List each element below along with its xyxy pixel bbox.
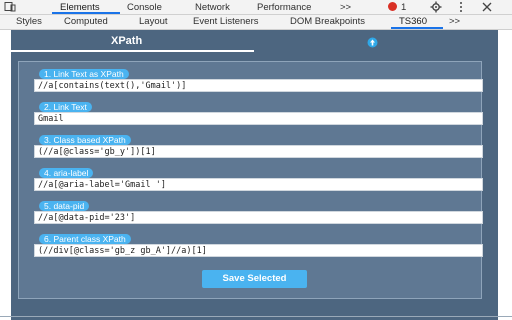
ts360-panel: XPath 1. Link Text as XPath //a[contains…: [11, 30, 498, 320]
devtools-sub-tabbar: Styles Computed Layout Event Listeners D…: [0, 15, 512, 30]
tab-console[interactable]: Console: [127, 2, 162, 13]
subtab-ts360[interactable]: TS360: [399, 16, 427, 27]
tab-elements-underline: [52, 12, 120, 14]
device-toolbar-icon[interactable]: [4, 1, 16, 13]
tab-xpath[interactable]: XPath: [111, 35, 142, 47]
field-label-parent-class-xpath: 6. Parent class XPath: [39, 234, 131, 244]
subtab-computed[interactable]: Computed: [64, 16, 108, 27]
tab-network[interactable]: Network: [195, 2, 230, 13]
field-label-link-text: 2. Link Text: [39, 102, 92, 112]
gear-icon[interactable]: [430, 1, 442, 13]
error-count[interactable]: 1: [401, 2, 406, 13]
field-label-aria-label: 4. aria-label: [39, 168, 94, 178]
save-selected-button[interactable]: Save Selected: [202, 270, 307, 288]
panel-tab-header: XPath: [11, 30, 498, 52]
error-icon[interactable]: [388, 2, 397, 11]
tab-performance[interactable]: Performance: [257, 2, 311, 13]
subtab-layout[interactable]: Layout: [139, 16, 168, 27]
field-label-data-pid: 5. data-pid: [39, 201, 90, 211]
more-subtabs-button[interactable]: >>: [449, 16, 460, 27]
field-label-class-xpath: 3. Class based XPath: [39, 135, 131, 145]
field-label-link-text-xpath: 1. Link Text as XPath: [39, 69, 129, 79]
xpath-results-card: 1. Link Text as XPath //a[contains(text(…: [18, 61, 483, 299]
field-link-text[interactable]: Gmail: [34, 112, 483, 125]
close-icon[interactable]: [482, 2, 492, 12]
more-tabs-button[interactable]: >>: [340, 2, 351, 13]
field-parent-class-xpath[interactable]: (//div[@class='gb_z gb_A']//a)[1]: [34, 244, 483, 257]
subtab-dom-breakpoints[interactable]: DOM Breakpoints: [290, 16, 365, 27]
more-options-icon[interactable]: [458, 1, 464, 13]
field-class-xpath[interactable]: (//a[@class='gb_y'])[1]: [34, 145, 483, 158]
subtab-event-listeners[interactable]: Event Listeners: [193, 16, 258, 27]
field-link-text-xpath[interactable]: //a[contains(text(),'Gmail')]: [34, 79, 483, 92]
field-aria-label[interactable]: //a[@aria-label='Gmail ']: [34, 178, 483, 191]
bottom-divider: [0, 316, 512, 317]
tab-xpath-underline: [11, 50, 254, 52]
subtab-ts360-underline: [391, 27, 443, 29]
subtab-styles[interactable]: Styles: [16, 16, 42, 27]
devtools-top-tabbar: Elements Console Network Performance >> …: [0, 0, 512, 15]
field-data-pid[interactable]: //a[@data-pid='23']: [34, 211, 483, 224]
upload-icon[interactable]: [367, 35, 378, 48]
